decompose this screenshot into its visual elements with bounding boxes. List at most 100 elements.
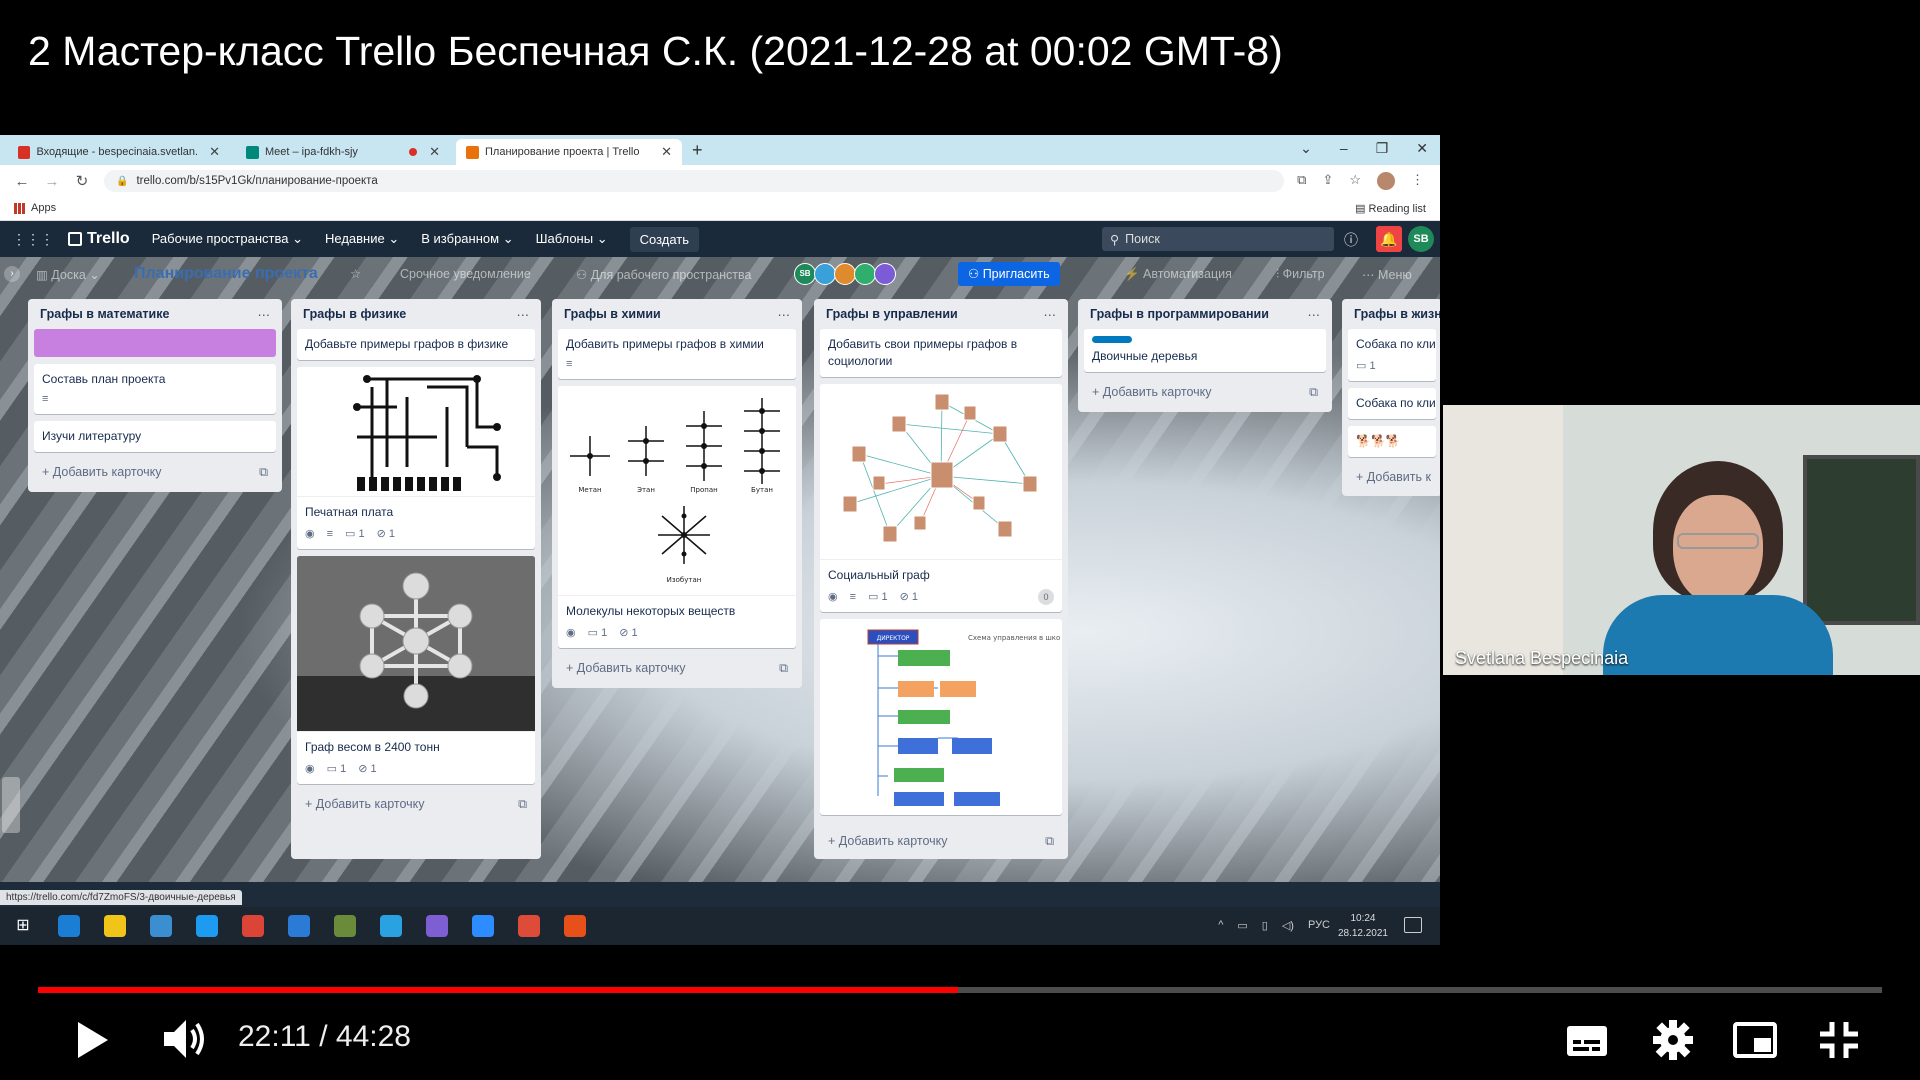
template-icon[interactable]: ⧉ <box>779 661 788 676</box>
close-icon[interactable]: ✕ <box>429 144 440 160</box>
taskbar-app-icon[interactable] <box>564 915 586 937</box>
reload-icon[interactable]: ↻ <box>74 172 90 190</box>
template-icon[interactable]: ⧉ <box>1309 385 1318 400</box>
taskbar-app-icon[interactable] <box>104 915 126 937</box>
minimize-icon[interactable]: – <box>1340 140 1348 157</box>
member-avatar[interactable]: SB <box>794 263 816 285</box>
more-icon[interactable]: ⋯ <box>517 307 530 322</box>
add-card-button[interactable]: + Добавить карточку ⧉ <box>297 791 535 818</box>
restore-icon[interactable]: ❐ <box>1376 140 1389 157</box>
more-icon[interactable]: ⋯ <box>1308 307 1321 322</box>
add-card-button[interactable]: + Добавить карточку ⧉ <box>820 828 1062 855</box>
miniplayer-icon[interactable] <box>1732 1018 1778 1062</box>
card[interactable]: ДИРЕКТОР Схема управления в школе <box>820 619 1062 816</box>
more-icon[interactable]: ⋯ <box>258 307 271 322</box>
automation-button[interactable]: ⚡ Автоматизация <box>1124 267 1232 282</box>
workspace-visibility-button[interactable]: ⚇ Для рабочего пространства <box>576 267 752 282</box>
network-icon[interactable]: ▭ <box>1237 919 1247 932</box>
play-icon[interactable] <box>72 1018 112 1062</box>
taskbar-app-icon[interactable] <box>518 915 540 937</box>
menu-starred[interactable]: В избранном ⌄ <box>421 231 513 247</box>
taskbar-app-icon[interactable] <box>150 915 172 937</box>
close-icon[interactable]: ✕ <box>661 144 672 160</box>
card[interactable]: Изучи литературу <box>34 421 276 452</box>
taskbar-app-icon[interactable] <box>242 915 264 937</box>
settings-gear-icon[interactable] <box>1650 1018 1696 1062</box>
share-icon[interactable]: ⇪ <box>1322 172 1333 190</box>
board-view-switcher[interactable]: ▥ Доска ⌄ <box>36 267 100 282</box>
taskbar-app-icon[interactable] <box>196 915 218 937</box>
progress-bar[interactable] <box>38 987 1882 993</box>
add-card-button[interactable]: + Добавить карточку ⧉ <box>34 459 276 486</box>
profile-avatar[interactable] <box>1377 172 1395 190</box>
tab-trello[interactable]: Планирование проекта | Trello ✕ <box>456 139 682 165</box>
star-icon[interactable]: ☆ <box>1349 172 1361 190</box>
volume-icon[interactable] <box>160 1016 208 1062</box>
exit-fullscreen-icon[interactable] <box>1816 1018 1862 1062</box>
taskbar-app-icon[interactable] <box>472 915 494 937</box>
create-button[interactable]: Создать <box>629 226 700 252</box>
card[interactable]: Добавить примеры графов в химии ≡ <box>558 329 796 380</box>
tab-meet[interactable]: Meet – ipa-fdkh-sjy ✕ <box>236 139 450 165</box>
card[interactable]: Собака по кли ▭ 1 <box>1348 329 1436 382</box>
tab-gmail[interactable]: Входящие - bespecinaia.svetlan... ✕ <box>8 139 230 165</box>
bell-icon[interactable]: 🔔 <box>1376 226 1402 252</box>
member-avatar[interactable] <box>854 263 876 285</box>
taskbar-app-icon[interactable] <box>58 915 80 937</box>
add-card-button[interactable]: + Добавить к <box>1348 464 1436 490</box>
card-cover-label[interactable] <box>34 329 276 357</box>
video-player[interactable]: 2 Мастер-класс Trello Беспечная С.К. (20… <box>0 0 1920 1080</box>
forward-icon[interactable]: → <box>44 173 60 190</box>
member-avatar[interactable] <box>834 263 856 285</box>
add-card-button[interactable]: + Добавить карточку ⧉ <box>558 655 796 682</box>
back-icon[interactable]: ← <box>14 173 30 190</box>
close-window-icon[interactable]: ✕ <box>1416 140 1428 157</box>
card[interactable]: Граф весом в 2400 тонн ◉ ▭ 1 ⊘ 1 <box>297 555 535 785</box>
board-urgent-button[interactable]: Срочное уведомление <box>400 267 531 281</box>
invite-button[interactable]: ⚇ Пригласить <box>958 262 1060 286</box>
search-input[interactable]: ⚲ Поиск <box>1102 227 1334 251</box>
menu-templates[interactable]: Шаблоны ⌄ <box>536 231 608 247</box>
reading-list[interactable]: ▤ Reading list <box>1355 202 1426 215</box>
taskbar-app-icon[interactable] <box>334 915 356 937</box>
user-avatar[interactable]: SB <box>1408 226 1434 252</box>
close-icon[interactable]: ✕ <box>209 144 220 160</box>
info-icon[interactable]: ⓘ <box>1344 230 1358 250</box>
card[interactable]: Метан Этан Пропан Бутан Изобутан Молекул… <box>558 386 796 649</box>
new-tab-icon[interactable]: + <box>692 140 703 161</box>
board-title[interactable]: Планирование проекта <box>134 265 318 283</box>
add-card-button[interactable]: + Добавить карточку ⧉ <box>1084 379 1326 406</box>
card[interactable]: Печатная плата ◉ ≡ ▭ 1 ⊘ 1 <box>297 366 535 549</box>
taskbar-app-icon[interactable] <box>288 915 310 937</box>
taskbar-app-icon[interactable] <box>426 915 448 937</box>
member-avatar[interactable] <box>814 263 836 285</box>
menu-recent[interactable]: Недавние ⌄ <box>325 231 399 247</box>
taskbar-app-icon[interactable] <box>380 915 402 937</box>
bookmark-apps[interactable]: Apps <box>14 202 56 214</box>
card[interactable]: 🐕🐕🐕 <box>1348 425 1436 457</box>
volume-icon[interactable]: ◁) <box>1282 919 1294 932</box>
card[interactable]: Двоичные деревья <box>1084 329 1326 372</box>
board-menu-button[interactable]: ⋯ Меню <box>1362 267 1412 282</box>
card[interactable]: Добавить свои примеры графов в социологи… <box>820 329 1062 377</box>
taskbar-clock[interactable]: 10:24 28.12.2021 <box>1338 911 1388 941</box>
chevron-up-icon[interactable]: ^ <box>1218 919 1223 932</box>
app-switcher-icon[interactable]: ⋮⋮⋮ <box>12 231 54 248</box>
template-icon[interactable]: ⧉ <box>259 465 268 480</box>
menu-workspaces[interactable]: Рабочие пространства ⌄ <box>152 231 303 247</box>
side-panel-handle[interactable] <box>2 777 20 833</box>
card[interactable]: Социальный граф ◉ ≡ ▭ 1 ⊘ 1 0 <box>820 383 1062 613</box>
card[interactable]: Собака по кли <box>1348 388 1436 419</box>
kebab-menu-icon[interactable]: ⋮ <box>1411 172 1424 190</box>
filter-button[interactable]: ⫶ Фильтр <box>1276 267 1325 282</box>
member-avatar[interactable] <box>874 263 896 285</box>
card[interactable]: Добавьте примеры графов в физике <box>297 329 535 360</box>
language-indicator[interactable]: РУС <box>1308 919 1330 932</box>
star-icon[interactable]: ☆ <box>350 266 361 281</box>
card[interactable]: Составь план проекта ≡ <box>34 364 276 415</box>
more-icon[interactable]: ⋯ <box>778 307 791 322</box>
template-icon[interactable]: ⧉ <box>518 797 527 812</box>
url-input[interactable]: 🔒 trello.com/b/s15Pv1Gk/планирование-про… <box>104 170 1284 192</box>
notification-icon[interactable] <box>1404 917 1422 933</box>
subtitles-icon[interactable] <box>1564 1018 1610 1062</box>
